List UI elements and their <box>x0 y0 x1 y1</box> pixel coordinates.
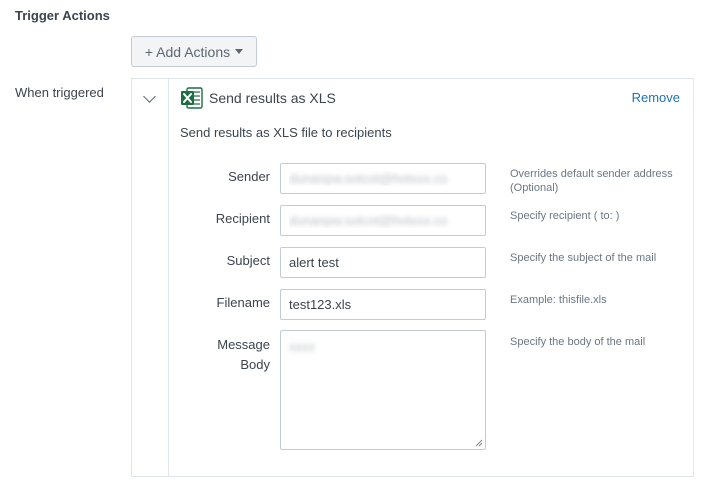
section-title: Trigger Actions <box>15 8 110 23</box>
caret-down-icon <box>235 49 244 54</box>
recipient-label: Recipient <box>215 211 270 226</box>
add-actions-label: + Add Actions <box>144 43 231 60</box>
action-title: Send results as XLS <box>209 90 336 106</box>
subject-help: Specify the subject of the mail <box>510 252 657 264</box>
message-body-value: xxxx <box>289 339 315 354</box>
resize-grip-icon[interactable] <box>475 439 483 447</box>
message-body-label-line2: Body <box>240 357 270 372</box>
excel-icon <box>181 87 203 109</box>
filename-input[interactable] <box>280 289 486 320</box>
message-body-help: Specify the body of the mail <box>510 336 646 348</box>
filename-help: Example: thisfile.xls <box>510 294 607 306</box>
recipient-input[interactable] <box>280 205 486 236</box>
recipient-help: Specify recipient ( to: ) <box>510 210 620 222</box>
when-triggered-label: When triggered <box>15 85 104 100</box>
add-actions-button[interactable]: + Add Actions <box>131 36 257 67</box>
sender-help: Overrides default sender address (Option… <box>510 168 673 194</box>
sender-input[interactable] <box>280 163 486 194</box>
message-body-label-line1: Message <box>217 337 270 352</box>
message-body-textarea[interactable]: xxxx <box>280 330 486 450</box>
remove-link[interactable]: Remove <box>632 90 680 105</box>
sender-label: Sender <box>228 169 270 184</box>
filename-label: Filename <box>216 295 270 310</box>
action-panel: Send results as XLS Remove Send results … <box>131 78 694 477</box>
subject-label: Subject <box>226 253 270 268</box>
action-description: Send results as XLS file to recipients <box>180 125 392 140</box>
chevron-down-icon[interactable] <box>143 90 156 103</box>
message-body-label: Message Body <box>180 335 270 375</box>
subject-input[interactable] <box>280 247 486 278</box>
toggle-column <box>132 79 169 476</box>
